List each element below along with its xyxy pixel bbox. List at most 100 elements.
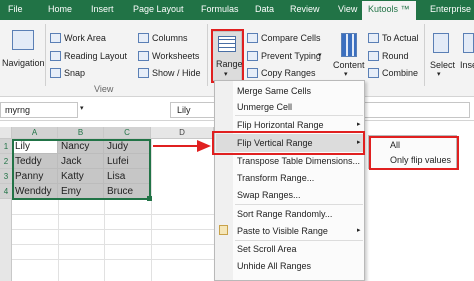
tab-review[interactable]: Review — [290, 4, 320, 14]
paste-icon — [219, 225, 228, 235]
cell[interactable]: Panny — [12, 169, 58, 184]
menu-item-set-scroll-area[interactable]: Set Scroll Area — [237, 244, 297, 254]
tab-insert[interactable]: Insert — [91, 4, 114, 14]
tab-home[interactable]: Home — [48, 4, 72, 14]
cell[interactable]: Lisa — [104, 169, 151, 184]
menu-item-transpose-table-dimensions[interactable]: Transpose Table Dimensions... — [237, 156, 360, 166]
select-icon[interactable] — [433, 33, 449, 53]
tab-enterprise[interactable]: Enterprise — [430, 4, 471, 14]
submenu-item-only-flip-values[interactable]: Only flip values — [390, 155, 451, 165]
menu-item-swap-ranges[interactable]: Swap Ranges... — [237, 190, 301, 200]
chevron-right-icon: ▸ — [357, 139, 361, 146]
row-header-empty — [0, 199, 12, 281]
combine-button[interactable]: Combine — [382, 68, 418, 78]
chevron-down-icon[interactable]: ▾ — [80, 104, 84, 112]
cell[interactable]: Teddy — [12, 154, 58, 169]
insert-icon[interactable] — [463, 33, 474, 53]
chevron-right-icon: ▸ — [357, 121, 361, 128]
column-header[interactable]: D — [151, 127, 214, 139]
gridline — [12, 244, 214, 245]
round-icon — [368, 51, 379, 61]
menu-item-paste-to-visible-range[interactable]: Paste to Visible Range — [237, 226, 328, 236]
columns-button[interactable]: Columns — [152, 33, 188, 43]
columns-icon — [138, 33, 149, 43]
chevron-down-icon: ▾ — [224, 71, 228, 78]
select-all-corner[interactable] — [0, 127, 12, 139]
compare-cells-icon — [247, 33, 258, 43]
red-arrow-icon — [153, 140, 211, 152]
tab-formulas[interactable]: Formulas — [201, 4, 239, 14]
compare-cells-button[interactable]: Compare Cells — [261, 33, 321, 43]
gridline — [12, 229, 214, 230]
cell[interactable]: Jack — [58, 154, 104, 169]
range-label: Range — [216, 59, 243, 69]
gridline — [104, 200, 105, 281]
chevron-right-icon: ▸ — [357, 227, 361, 234]
menu-item-sort-range-randomly[interactable]: Sort Range Randomly... — [237, 209, 332, 219]
menu-item-flip-vertical-range[interactable]: Flip Vertical Range — [237, 138, 313, 148]
submenu-item-all[interactable]: All — [390, 140, 400, 150]
cell[interactable]: Emy — [58, 184, 104, 199]
fill-handle[interactable] — [147, 196, 152, 201]
row-header[interactable]: 3 — [0, 169, 12, 184]
divider — [45, 24, 46, 86]
snap-icon — [50, 68, 61, 78]
chevron-down-icon: ▾ — [318, 52, 322, 59]
divider — [207, 24, 208, 86]
reading-layout-button[interactable]: Reading Layout — [64, 51, 127, 61]
show-hide-button[interactable]: Show / Hide — [152, 68, 201, 78]
content-button[interactable]: Content — [333, 60, 365, 70]
row-header[interactable]: 2 — [0, 154, 12, 169]
worksheets-icon — [138, 51, 149, 61]
gridline — [12, 214, 214, 215]
tab-page-layout[interactable]: Page Layout — [133, 4, 184, 14]
cell[interactable]: Katty — [58, 169, 104, 184]
column-header[interactable]: A — [12, 127, 58, 139]
cell[interactable]: Nancy — [58, 139, 104, 154]
prevent-typing-button[interactable]: Prevent Typing — [261, 51, 321, 61]
menu-item-unmerge-cell[interactable]: Unmerge Cell — [237, 102, 292, 112]
round-button[interactable]: Round — [382, 51, 409, 61]
column-header[interactable]: C — [104, 127, 151, 139]
menu-item-transform-range[interactable]: Transform Range... — [237, 173, 314, 183]
work-area-button[interactable]: Work Area — [64, 33, 106, 43]
show-hide-icon — [138, 68, 149, 78]
column-header[interactable]: B — [58, 127, 104, 139]
copy-ranges-button[interactable]: Copy Ranges — [261, 68, 316, 78]
tab-view[interactable]: View — [338, 4, 357, 14]
reading-layout-icon — [50, 51, 61, 61]
menu-item-merge-same-cells[interactable]: Merge Same Cells — [237, 86, 311, 96]
snap-button[interactable]: Snap — [64, 68, 85, 78]
gridline — [12, 259, 214, 260]
name-box[interactable]: myrng — [0, 102, 78, 118]
tab-kutools[interactable]: Kutools ™ — [362, 1, 416, 20]
cell[interactable]: Judy — [104, 139, 151, 154]
menu-gutter — [215, 81, 233, 280]
tab-file[interactable]: File — [8, 4, 23, 14]
gridline — [151, 139, 152, 281]
cell[interactable]: Lufei — [104, 154, 151, 169]
select-button[interactable]: Select — [430, 60, 455, 70]
ribbon-tab-bar: File Home Insert Page Layout Formulas Da… — [0, 0, 474, 20]
range-icon — [218, 36, 236, 52]
copy-ranges-icon — [247, 68, 258, 78]
cell[interactable]: Bruce — [104, 184, 151, 199]
navigation-button[interactable]: Navigation — [2, 58, 45, 68]
cell[interactable]: Wenddy — [12, 184, 58, 199]
to-actual-button[interactable]: To Actual — [382, 33, 419, 43]
content-icon[interactable] — [341, 33, 357, 57]
navigation-icon[interactable] — [12, 30, 34, 50]
worksheets-button[interactable]: Worksheets — [152, 51, 199, 61]
menu-item-flip-horizontal-range[interactable]: Flip Horizontal Range — [237, 120, 324, 130]
range-button[interactable]: Range ▾ — [212, 31, 243, 81]
row-header[interactable]: 1 — [0, 139, 12, 154]
menu-item-unhide-all-ranges[interactable]: Unhide All Ranges — [237, 261, 311, 271]
tab-data[interactable]: Data — [255, 4, 274, 14]
prevent-typing-icon — [247, 51, 258, 61]
divider — [424, 24, 425, 86]
gridline — [58, 200, 59, 281]
insert-button[interactable]: Insert — [460, 60, 474, 70]
cell[interactable]: Lily — [12, 139, 58, 154]
row-header[interactable]: 4 — [0, 184, 12, 199]
chevron-down-icon: ▾ — [344, 71, 348, 78]
